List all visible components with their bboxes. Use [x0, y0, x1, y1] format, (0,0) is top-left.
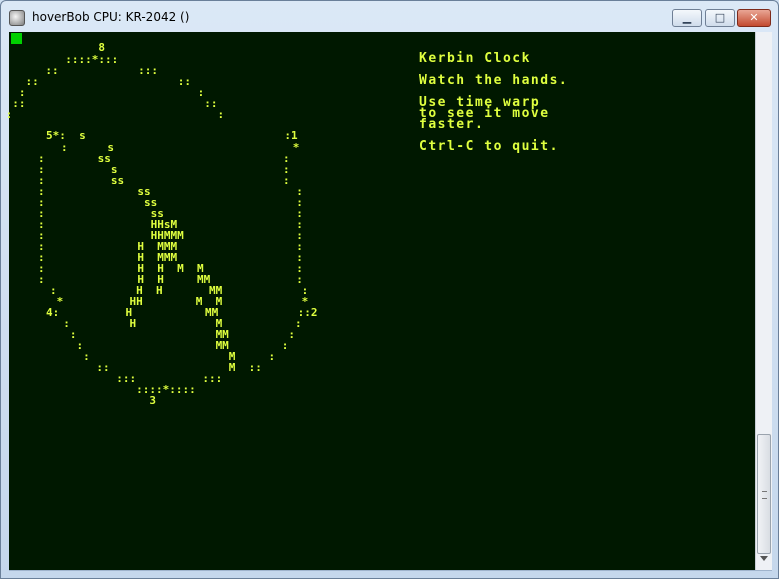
scrollbar-thumb[interactable]: [757, 434, 771, 554]
window-bottom-edge: [9, 570, 772, 571]
info-line: Watch the hands.: [419, 73, 569, 88]
vertical-scrollbar[interactable]: [755, 32, 772, 570]
clock-row: 3: [50, 394, 156, 407]
info-title: Kerbin Clock: [419, 51, 531, 66]
window-title: hoverBob CPU: KR-2042 (): [32, 10, 190, 24]
terminal-screen[interactable]: 8 ::::*::: :: ::: :: :: : : :: :: :: 5*…: [6, 32, 755, 570]
terminal-text: 8 ::::*::: :: ::: :: :: : : :: :: :: 5*…: [6, 32, 755, 570]
title-bar[interactable]: hoverBob CPU: KR-2042 () ▁ □ ✕: [1, 1, 778, 32]
terminal-window: hoverBob CPU: KR-2042 () ▁ □ ✕ 8 ::::*::…: [0, 0, 779, 579]
clock-row: : :: [0, 108, 225, 121]
maximize-button[interactable]: □: [705, 9, 735, 27]
grip-icon: [762, 491, 767, 499]
info-line: faster.: [419, 117, 485, 132]
minimize-button[interactable]: ▁: [672, 9, 702, 27]
info-line: Ctrl-C to quit.: [419, 139, 559, 154]
close-button[interactable]: ✕: [737, 9, 771, 27]
python-icon: [9, 10, 25, 26]
clock-row: 8: [0, 41, 105, 54]
clock-row: 5*: s :1: [46, 129, 298, 142]
scroll-down-icon[interactable]: [760, 556, 768, 561]
